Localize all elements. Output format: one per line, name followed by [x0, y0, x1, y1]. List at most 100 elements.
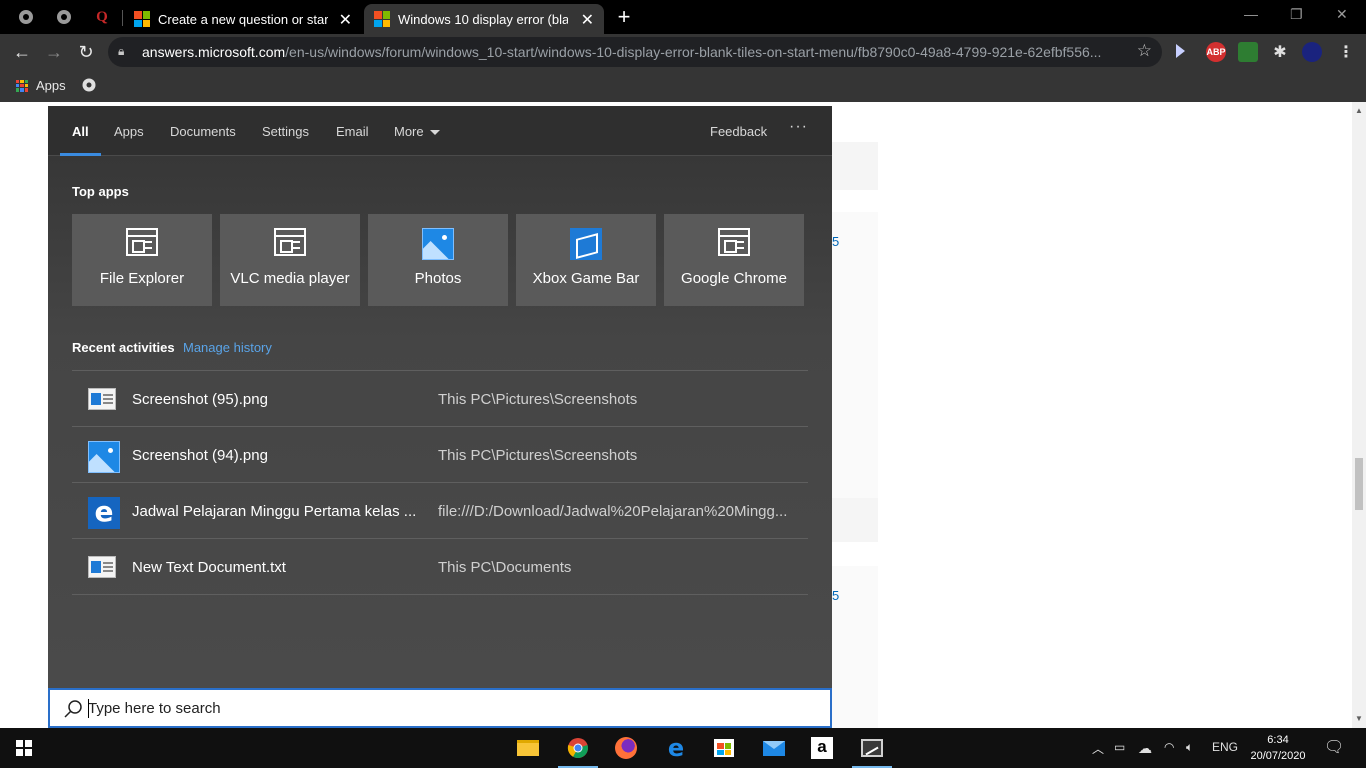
taskbar-file-explorer[interactable]	[516, 736, 540, 760]
tab-documents[interactable]: Documents	[170, 124, 236, 139]
system-clock[interactable]: 6:34 20/07/2020	[1248, 732, 1308, 764]
top-app-file-explorer[interactable]: File Explorer	[72, 214, 212, 306]
browser-menu-icon[interactable]: ⋮	[1336, 42, 1356, 62]
microsoft-logo-icon	[134, 11, 150, 27]
globe-icon	[82, 78, 96, 92]
onedrive-icon[interactable]: ☁	[1138, 740, 1152, 757]
recent-item[interactable]: Screenshot (94).png This PC\Pictures\Scr…	[72, 426, 808, 482]
taskbar-chrome[interactable]	[558, 736, 598, 768]
pinned-tab-quora[interactable]: Q	[92, 7, 112, 27]
page-card	[832, 142, 878, 190]
taskbar-edge[interactable]: e	[664, 736, 688, 760]
clock-time: 6:34	[1267, 734, 1289, 746]
mail-icon	[763, 740, 785, 756]
reload-button[interactable]: ↻	[74, 40, 98, 64]
recent-item-name: New Text Document.txt	[132, 559, 286, 576]
top-apps-heading: Top apps	[72, 184, 129, 199]
taskbar-performance-monitor[interactable]	[852, 736, 892, 768]
close-window-button[interactable]: ✕	[1336, 6, 1348, 23]
edge-icon: e	[667, 734, 685, 762]
recent-item-path: This PC\Documents	[438, 559, 572, 576]
recent-item[interactable]: e Jadwal Pelajaran Minggu Pertama kelas …	[72, 482, 808, 538]
bookmarks-bar: Apps	[0, 70, 1366, 102]
language-indicator[interactable]: ENG	[1212, 740, 1238, 754]
restore-button[interactable]: ❐	[1290, 6, 1303, 23]
tab-email[interactable]: Email	[336, 124, 369, 139]
notifications-icon[interactable]: 🗨︎	[1324, 737, 1344, 757]
tab-create-question[interactable]: Create a new question or start a discuss…	[124, 4, 362, 34]
top-app-photos[interactable]: Photos	[368, 214, 508, 306]
document-icon	[88, 385, 118, 415]
back-button[interactable]: ←	[10, 40, 34, 64]
tab-all[interactable]: All	[72, 124, 89, 139]
pinned-tab-1[interactable]	[16, 7, 36, 27]
microsoft-logo-icon	[374, 11, 390, 27]
tab-more-label: More	[394, 124, 424, 139]
page-link-fragment[interactable]: 5	[832, 234, 839, 249]
tab-more[interactable]: More	[394, 124, 440, 139]
new-tab-button[interactable]: +	[612, 4, 636, 30]
start-button[interactable]	[12, 736, 36, 760]
close-tab-icon[interactable]: ✕	[581, 10, 594, 30]
classroom-extension-icon[interactable]	[1238, 42, 1258, 62]
pinned-tab-2[interactable]	[54, 7, 74, 27]
quora-icon: Q	[96, 8, 108, 25]
bookmark-globe[interactable]	[82, 78, 96, 97]
folder-icon	[517, 740, 539, 756]
bookmark-apps[interactable]: Apps	[16, 78, 66, 93]
top-app-google-chrome[interactable]: Google Chrome	[664, 214, 804, 306]
browser-toolbar: ← → ↻ 🔒︎ answers.microsoft.com/en-us/win…	[0, 34, 1366, 70]
window-icon	[274, 228, 306, 260]
active-tab-indicator	[60, 153, 101, 156]
taskbar-search-box[interactable]: Type here to search	[48, 688, 832, 728]
clock-date: 20/07/2020	[1250, 750, 1306, 762]
minimize-button[interactable]: —	[1244, 6, 1258, 22]
recent-activities-heading: Recent activities	[72, 340, 175, 355]
profile-avatar[interactable]	[1302, 42, 1322, 62]
page-link-fragment[interactable]: 5	[832, 588, 839, 603]
bookmark-star-icon[interactable]: ☆	[1137, 41, 1152, 61]
abp-label: ABP	[1206, 47, 1226, 57]
taskbar-store[interactable]	[712, 736, 736, 760]
tab-settings[interactable]: Settings	[262, 124, 309, 139]
show-hidden-icons[interactable]: ︿	[1092, 740, 1104, 757]
scroll-down-arrow[interactable]: ▼	[1355, 714, 1363, 723]
wifi-icon[interactable]: ◠	[1164, 740, 1174, 754]
list-divider	[72, 594, 808, 595]
forward-button[interactable]: →	[42, 40, 66, 64]
search-nav: All Apps Documents Settings Email More F…	[48, 106, 832, 156]
feedback-button[interactable]: Feedback	[710, 124, 767, 139]
window-icon	[126, 228, 158, 260]
windows-start-icon	[16, 740, 32, 756]
media-extension-icon[interactable]	[1176, 44, 1185, 58]
taskbar-amazon[interactable]: a	[810, 736, 834, 760]
page-scrollbar[interactable]: ▲ ▼	[1352, 102, 1366, 728]
scroll-up-arrow[interactable]: ▲	[1355, 106, 1363, 115]
tab-apps[interactable]: Apps	[114, 124, 144, 139]
firefox-icon	[615, 737, 637, 759]
tab-title: Windows 10 display error (blank tiles on…	[398, 11, 568, 27]
extensions-puzzle-icon[interactable]: ✱	[1270, 42, 1290, 62]
taskbar-mail[interactable]	[762, 736, 786, 760]
battery-icon[interactable]: ▭	[1114, 740, 1125, 754]
adblock-plus-icon[interactable]: ABP	[1206, 42, 1226, 62]
taskbar-firefox[interactable]	[614, 736, 638, 760]
recent-item[interactable]: New Text Document.txt This PC\Documents	[72, 538, 808, 594]
globe-icon	[19, 10, 33, 24]
page-card	[832, 212, 878, 502]
manage-history-link[interactable]: Manage history	[183, 340, 272, 355]
tab-display-error[interactable]: Windows 10 display error (blank tiles on…	[364, 4, 604, 34]
scrollbar-thumb[interactable]	[1355, 458, 1363, 510]
recent-item-path: file:///D:/Download/Jadwal%20Pelajaran%2…	[438, 503, 788, 520]
amazon-icon: a	[811, 737, 833, 759]
top-app-vlc[interactable]: VLC media player	[220, 214, 360, 306]
top-app-xbox-game-bar[interactable]: Xbox Game Bar	[516, 214, 656, 306]
lock-icon: 🔒︎	[118, 44, 125, 58]
more-options-button[interactable]: ···	[789, 118, 808, 136]
recent-item[interactable]: Screenshot (95).png This PC\Pictures\Scr…	[72, 370, 808, 426]
volume-icon[interactable]: 🔈︎	[1186, 740, 1193, 755]
caret-down-icon	[429, 130, 440, 136]
address-bar[interactable]: 🔒︎ answers.microsoft.com/en-us/windows/f…	[108, 37, 1162, 67]
tab-title: Create a new question or start a discuss…	[158, 11, 328, 27]
close-tab-icon[interactable]: ✕	[339, 10, 352, 30]
